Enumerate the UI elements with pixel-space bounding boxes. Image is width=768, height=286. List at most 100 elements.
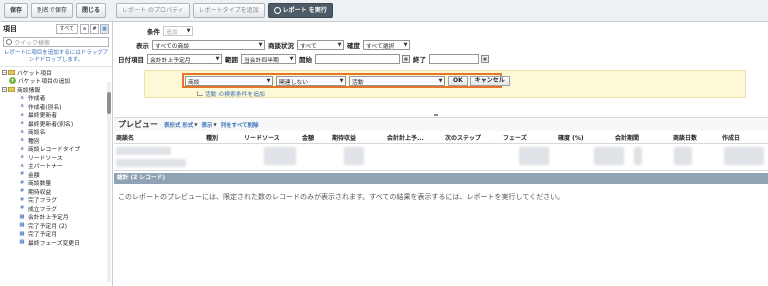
show-value: すべての商談 — [155, 43, 190, 50]
pane-resize-handle[interactable] — [434, 114, 438, 116]
field-tree-item[interactable]: # 金額 — [0, 170, 112, 179]
quick-search-input[interactable]: クイック検索 — [3, 37, 109, 47]
column-header[interactable]: 種別 — [204, 133, 242, 142]
filters-pane: 条件 追加 ▼ 表示 すべての商談 ▼ 商談状況 すべて ▼ 確度 すべて選択 … — [114, 22, 768, 116]
grand-total-bar: 総計 (2 レコード) — [114, 173, 768, 184]
cross-filter-band: 商談 ▼ 関連しない ▼ 活動 ▼ OK キャンセル 活動 の検索条件を追加 — [144, 70, 746, 98]
cross-filter-object-value: 商談 — [188, 79, 200, 86]
column-header[interactable]: 作成日 — [720, 133, 760, 142]
chevron-down-icon: ▼ — [213, 122, 217, 127]
field-tree-item[interactable]: a 商談名 — [0, 128, 112, 137]
show-select[interactable]: すべての商談 ▼ — [152, 40, 265, 50]
cancel-button[interactable]: キャンセル — [469, 76, 510, 86]
field-tree-item[interactable]: # 完了フラグ — [0, 196, 112, 205]
probability-select[interactable]: すべて選択 ▼ — [363, 40, 410, 50]
field-tree-item[interactable]: ▦ 完了予定月 (2) — [0, 221, 112, 230]
field-tree-item[interactable]: ▦ 完了予定月 — [0, 230, 112, 239]
condition-row: 条件 追加 ▼ — [147, 26, 196, 36]
probability-value: すべて選択 — [366, 43, 395, 50]
save-button[interactable]: 保存 — [4, 3, 29, 18]
search-icon — [6, 39, 12, 45]
column-header[interactable]: 金額 — [300, 133, 330, 142]
number-field-icon: # — [19, 188, 25, 195]
opportunity-status-value: すべて — [300, 43, 317, 50]
folder-icon — [8, 86, 15, 92]
field-tree-item[interactable]: ▦ 会計計上予定月 — [0, 213, 112, 222]
fields-scrollbar[interactable] — [107, 82, 111, 282]
show-dropdown[interactable]: 表示 ▼ — [202, 121, 217, 129]
cross-filter-object-select[interactable]: 商談 ▼ — [185, 76, 273, 86]
column-header[interactable]: 確度 (%) — [556, 133, 613, 142]
date-filter-icon[interactable]: ▦ — [100, 23, 109, 34]
column-header[interactable]: 会計計上予... — [385, 133, 443, 142]
end-date-input[interactable] — [429, 54, 479, 64]
save-as-button[interactable]: 別名で保存 — [31, 3, 74, 18]
collapse-toggle-icon[interactable]: − — [2, 86, 7, 92]
column-header[interactable]: リードソース — [242, 133, 300, 142]
date-field-label: 日付項目 — [118, 56, 144, 64]
preview-column-headers: 商談名 種別 リードソース 金額 期待収益 会計計上予... 次のステップ フェーズ 確度 (%… — [114, 131, 768, 144]
chevron-down-icon: ▼ — [289, 56, 294, 62]
field-tree-item[interactable]: a 商談レコードタイプ — [0, 145, 112, 154]
column-header[interactable]: 商談名 — [114, 133, 204, 142]
cross-filter-related-value: 活動 — [352, 79, 364, 86]
scrollbar-thumb[interactable] — [107, 92, 111, 114]
date-field-select[interactable]: 会計計上予定月 ▼ — [147, 54, 222, 64]
chevron-down-icon: ▼ — [438, 78, 443, 84]
condition-add-select[interactable]: 追加 ▼ — [163, 26, 193, 36]
drag-hint: レポートに項目を追加するにはドラッグアンドドロップします。 — [0, 49, 112, 67]
add-activity-filter-label: 活動 の検索条件を追加 — [205, 92, 265, 98]
number-filter-icon[interactable]: # — [90, 23, 99, 34]
column-header[interactable]: 会計期間 — [613, 133, 671, 142]
preview-header: プレビュー 表形式 形式 ▼ 表示 ▼ 列をすべて削除 — [114, 117, 768, 131]
calendar-icon[interactable]: ▦ — [481, 55, 489, 63]
preview-records — [114, 144, 768, 171]
field-tree-item[interactable]: a リードソース — [0, 153, 112, 162]
cross-filter-related-select[interactable]: 活動 ▼ — [349, 76, 445, 86]
add-activity-filter-link[interactable]: 活動 の検索条件を追加 — [197, 89, 265, 98]
text-filter-icon[interactable]: a — [80, 23, 89, 34]
date-field-icon: ▦ — [19, 222, 25, 229]
range-value: 当会計四半期 — [244, 57, 279, 64]
field-tree-item[interactable]: # 成立フラグ — [0, 204, 112, 213]
column-header[interactable]: 商談日数 — [671, 133, 720, 142]
column-header[interactable]: 期待収益 — [330, 133, 385, 142]
date-row: 日付項目 会計計上予定月 ▼ 範囲 当会計四半期 ▼ 開始 ▦ 終了 ▦ — [118, 54, 492, 64]
run-report-button[interactable]: レポート を実行 — [267, 3, 333, 18]
format-dropdown[interactable]: 表形式 形式 ▼ — [164, 121, 198, 129]
column-header[interactable]: フェーズ — [501, 133, 556, 142]
chevron-down-icon: ▼ — [215, 56, 220, 62]
start-date-input[interactable] — [315, 54, 400, 64]
cross-filter-operator-select[interactable]: 関連しない ▼ — [276, 76, 346, 86]
add-report-type-button[interactable]: レポートタイプを追加 — [192, 3, 265, 18]
filter-all-button[interactable]: すべて — [55, 23, 78, 34]
field-tree-item[interactable]: a 作成者(別名) — [0, 102, 112, 111]
remove-all-columns-link[interactable]: 列をすべて削除 — [221, 121, 259, 129]
field-tree-item[interactable]: − バケット項目 — [0, 68, 112, 77]
field-tree-item[interactable]: a 種別 — [0, 136, 112, 145]
text-field-icon: a — [20, 145, 24, 152]
column-header[interactable]: 次のステップ — [443, 133, 501, 142]
add-icon: + — [9, 77, 16, 85]
field-tree-item[interactable]: # 期待収益 — [0, 187, 112, 196]
close-button[interactable]: 閉じる — [76, 3, 107, 18]
ok-button[interactable]: OK — [448, 76, 468, 86]
chevron-down-icon: ▼ — [266, 78, 271, 84]
date-field-icon: ▦ — [19, 213, 25, 220]
opportunity-status-select[interactable]: すべて ▼ — [297, 40, 344, 50]
report-properties-button[interactable]: レポート のプロパティ — [116, 3, 190, 18]
field-tree-item[interactable]: a 最終更新者 — [0, 111, 112, 120]
range-select[interactable]: 当会計四半期 ▼ — [241, 54, 296, 64]
folder-icon — [8, 69, 15, 75]
calendar-icon[interactable]: ▦ — [402, 55, 410, 63]
field-tree-item[interactable]: − 商談情報 — [0, 85, 112, 94]
field-tree-item[interactable]: # 商談数量 — [0, 179, 112, 188]
redacted-cell — [116, 159, 186, 167]
field-tree-item[interactable]: + バケット項目の追加 — [0, 77, 112, 85]
field-tree-item[interactable]: a 主パートナー — [0, 162, 112, 171]
collapse-toggle-icon[interactable]: − — [2, 69, 7, 75]
field-tree-item[interactable]: a 作成者 — [0, 94, 112, 103]
chevron-down-icon: ▼ — [186, 28, 191, 34]
field-tree-item[interactable]: a 最終更新者(別名) — [0, 119, 112, 128]
field-tree-item[interactable]: ▦ 最終フェーズ変更日 — [0, 238, 112, 247]
